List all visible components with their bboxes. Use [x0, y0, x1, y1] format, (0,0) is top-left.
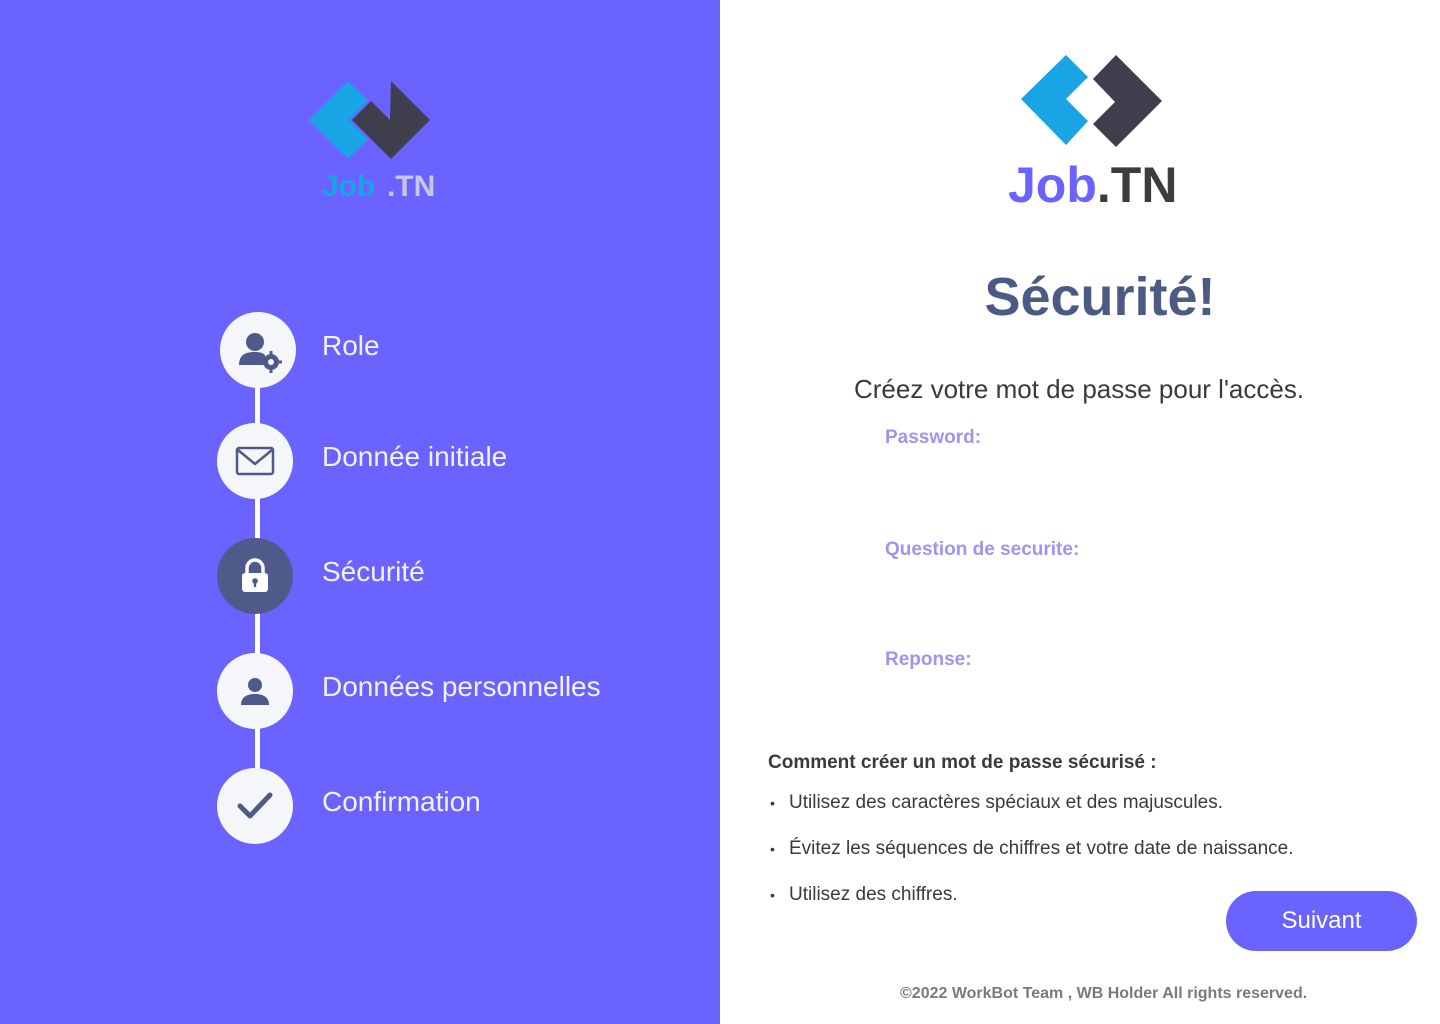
- step-label: Role: [322, 330, 380, 361]
- person-icon: [241, 678, 269, 705]
- step-circle-active: [217, 538, 293, 614]
- sidebar-panel: Job .TN Role Donnée initiale Sécurité Do…: [0, 0, 720, 1024]
- lock-icon: [242, 558, 268, 592]
- brand-logo-large: Job.TN: [1008, 156, 1177, 214]
- step-circle: [220, 312, 296, 388]
- envelope-icon: [235, 446, 275, 476]
- brand-name-part1: Job: [1008, 157, 1097, 213]
- brand-name-part2: .TN: [1096, 157, 1178, 213]
- password-label: Password:: [885, 427, 982, 448]
- step-label: Sécurité: [322, 556, 425, 587]
- page-title: Sécurité!: [984, 267, 1216, 327]
- next-button[interactable]: Suivant: [1226, 891, 1417, 951]
- bullet-icon: •: [770, 886, 775, 903]
- form-panel: [720, 0, 1440, 1024]
- check-icon: [237, 792, 273, 819]
- answer-input[interactable]: [885, 680, 1325, 720]
- step-circle: [217, 653, 293, 729]
- bullet-icon: •: [770, 794, 775, 811]
- brand-name-part2: .TN: [387, 170, 436, 203]
- logo-mark-icon: [1021, 55, 1162, 147]
- password-tip-item: • Utilisez des chiffres.: [770, 884, 958, 906]
- tip-text: Utilisez des chiffres.: [789, 884, 958, 905]
- step-label: Donnée initiale: [322, 441, 508, 472]
- footer-copyright: ©2022 WorkBot Team , WB Holder All right…: [900, 985, 1308, 1002]
- password-input[interactable]: [885, 458, 1325, 498]
- security-question-label: Question de securite:: [885, 539, 1080, 560]
- password-tip-item: • Évitez les séquences de chiffres et vot…: [770, 838, 1294, 860]
- step-label: Confirmation: [322, 786, 481, 817]
- tip-text: Utilisez des caractères spéciaux et des …: [789, 792, 1224, 813]
- password-tips-title: Comment créer un mot de passe sécurisé :: [768, 752, 1157, 773]
- answer-label: Reponse:: [885, 649, 972, 670]
- logo-mark-icon: [309, 81, 430, 159]
- page-subtitle: Créez votre mot de passe pour l'accès.: [854, 374, 1305, 404]
- step-label: Données personnelles: [322, 671, 601, 702]
- security-question-input[interactable]: [885, 570, 1325, 610]
- step-circle: [217, 423, 293, 499]
- step-circle: [217, 768, 293, 844]
- user-gear-icon: [239, 333, 282, 373]
- bullet-icon: •: [770, 840, 775, 857]
- password-tip-item: • Utilisez des caractères spéciaux et des…: [770, 792, 1223, 814]
- tip-text: Évitez les séquences de chiffres et votr…: [789, 838, 1294, 859]
- brand-name-part1: Job: [322, 170, 376, 203]
